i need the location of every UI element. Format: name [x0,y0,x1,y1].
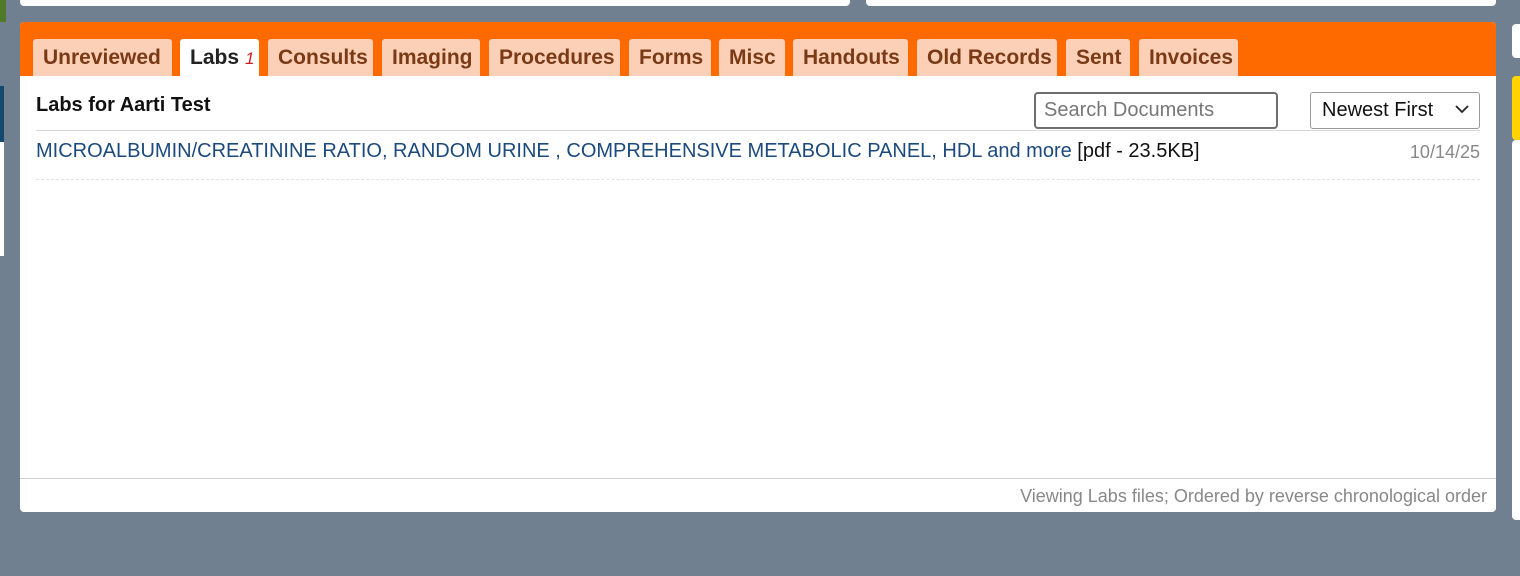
background-card-right [866,0,1496,6]
documents-panel: Unreviewed Labs 1 Consults Imaging Proced… [20,22,1496,512]
tab-sent[interactable]: Sent [1066,39,1130,76]
footer-divider [20,478,1496,479]
unread-count-badge: 1 [245,49,255,68]
background-edge-left [0,142,4,256]
tab-label: Imaging [392,46,473,69]
tab-label: Old Records [927,46,1052,69]
tab-forms[interactable]: Forms [629,39,711,76]
footer-status: Viewing Labs files; Ordered by reverse c… [1020,486,1487,506]
tab-label: Handouts [803,46,900,69]
row-divider [36,179,1480,180]
tab-consults[interactable]: Consults [268,39,373,76]
tab-label: Labs [190,46,240,69]
tab-labs[interactable]: Labs 1 [180,39,259,76]
tab-old-records[interactable]: Old Records [917,39,1057,76]
sort-order-select[interactable]: Newest First [1310,92,1480,129]
tab-label: Consults [278,46,368,69]
page-title: Labs for Aarti Test [36,94,211,116]
tab-procedures[interactable]: Procedures [489,39,620,76]
background-edge-green [0,0,6,22]
background-edge-blue [0,86,4,142]
tab-handouts[interactable]: Handouts [793,39,908,76]
document-file-info: [pdf - 23.5KB] [1077,140,1200,162]
tab-label: Unreviewed [43,46,161,69]
header-divider [36,130,1480,131]
document-link[interactable]: MICROALBUMIN/CREATININE RATIO, RANDOM UR… [36,140,1072,162]
tab-label: Forms [639,46,704,69]
background-edge-right-top [1512,24,1520,58]
search-input[interactable] [1034,92,1278,129]
document-row: MICROALBUMIN/CREATININE RATIO, RANDOM UR… [36,140,1480,180]
tab-label: Misc [729,46,776,69]
tab-unreviewed[interactable]: Unreviewed [33,39,172,76]
document-date: 10/14/25 [1409,142,1480,162]
background-edge-right [1512,140,1520,520]
tab-label: Sent [1076,46,1122,69]
tab-invoices[interactable]: Invoices [1139,39,1238,76]
tab-label: Invoices [1149,46,1234,69]
tab-imaging[interactable]: Imaging [382,39,480,76]
background-card-left [20,0,850,6]
background-edge-yellow [1512,76,1520,140]
sort-order-value: Newest First [1322,99,1434,121]
tab-misc[interactable]: Misc [719,39,785,76]
document-tabs: Unreviewed Labs 1 Consults Imaging Proced… [20,22,1496,76]
chevron-down-icon [1455,105,1469,114]
tab-label: Procedures [499,46,615,69]
